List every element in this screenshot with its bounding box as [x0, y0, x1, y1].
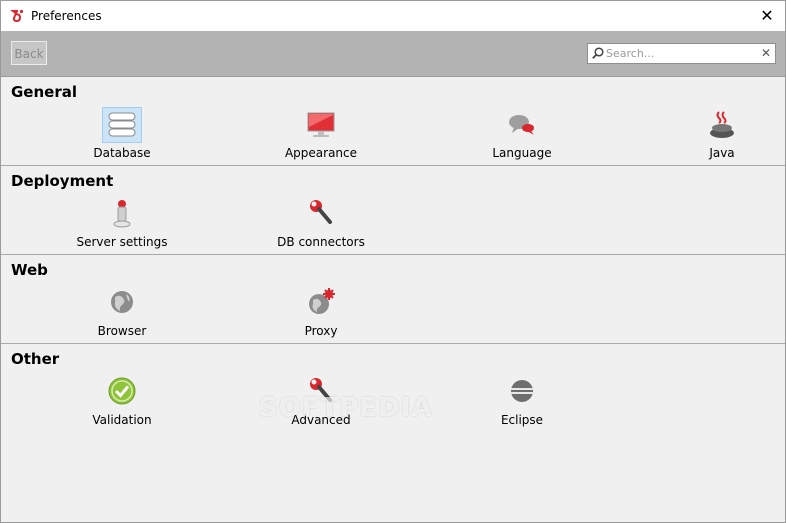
globe-icon — [102, 285, 142, 321]
section-title: Other — [11, 350, 60, 368]
section-title: Deployment — [11, 172, 114, 190]
pref-item-appearance[interactable]: Appearance — [241, 107, 401, 163]
window-title: Preferences — [31, 9, 102, 23]
back-button[interactable]: Back — [11, 41, 47, 65]
title-bar: Preferences ✕ — [1, 1, 785, 31]
pref-item-label: Database — [93, 146, 151, 160]
softpedia-watermark: SOFTPEDIA — [259, 393, 433, 423]
search-icon — [592, 47, 604, 59]
section-title: General — [11, 83, 77, 101]
globe-gear-icon — [301, 285, 341, 321]
pref-item-language[interactable]: Language — [442, 107, 602, 163]
section-deployment: Deployment Server settings DB connectors — [1, 166, 785, 255]
pref-item-eclipse[interactable]: Eclipse — [442, 374, 602, 430]
close-icon: ✕ — [760, 6, 774, 25]
pref-item-server-settings[interactable]: Server settings — [42, 196, 202, 252]
search-box: ✕ — [587, 43, 776, 64]
toolbar: Back ✕ — [1, 31, 785, 77]
eclipse-icon — [502, 374, 542, 410]
pref-item-proxy[interactable]: Proxy — [241, 285, 401, 341]
pref-item-label: Eclipse — [500, 413, 544, 427]
close-window-button[interactable]: ✕ — [755, 4, 779, 28]
speech-bubbles-icon — [502, 107, 542, 143]
section-general: General Database Appearance Language Jav… — [1, 77, 785, 166]
pref-item-label: Browser — [97, 324, 147, 338]
pref-item-label: Proxy — [304, 324, 338, 338]
java-cup-icon — [702, 107, 742, 143]
search-input[interactable] — [606, 45, 756, 62]
section-web: Web Browser Proxy — [1, 255, 785, 344]
monitor-icon — [301, 107, 341, 143]
pref-item-label: Server settings — [76, 235, 168, 249]
pref-item-label: Java — [709, 146, 735, 160]
section-other: Other Validation Advanced Eclipse — [1, 344, 785, 522]
checkmark-icon — [102, 374, 142, 410]
pref-item-db-connectors[interactable]: DB connectors — [241, 196, 401, 252]
pref-item-browser[interactable]: Browser — [42, 285, 202, 341]
clear-search-icon[interactable]: ✕ — [761, 45, 771, 62]
app-logo-icon — [10, 9, 24, 23]
pref-item-label: DB connectors — [277, 235, 365, 249]
section-title: Web — [11, 261, 48, 279]
pref-item-java[interactable]: Java — [642, 107, 785, 163]
pref-item-label: Appearance — [284, 146, 358, 160]
server-icon — [102, 196, 142, 232]
pref-item-label: Language — [492, 146, 552, 160]
pref-item-database[interactable]: Database — [42, 107, 202, 163]
pref-item-label: Validation — [92, 413, 152, 427]
wrench-icon — [301, 196, 341, 232]
preferences-window: Preferences ✕ Back ✕ General — [0, 0, 786, 523]
preference-sections: General Database Appearance Language Jav… — [1, 77, 785, 522]
database-icon — [102, 107, 142, 143]
pref-item-validation[interactable]: Validation — [42, 374, 202, 430]
